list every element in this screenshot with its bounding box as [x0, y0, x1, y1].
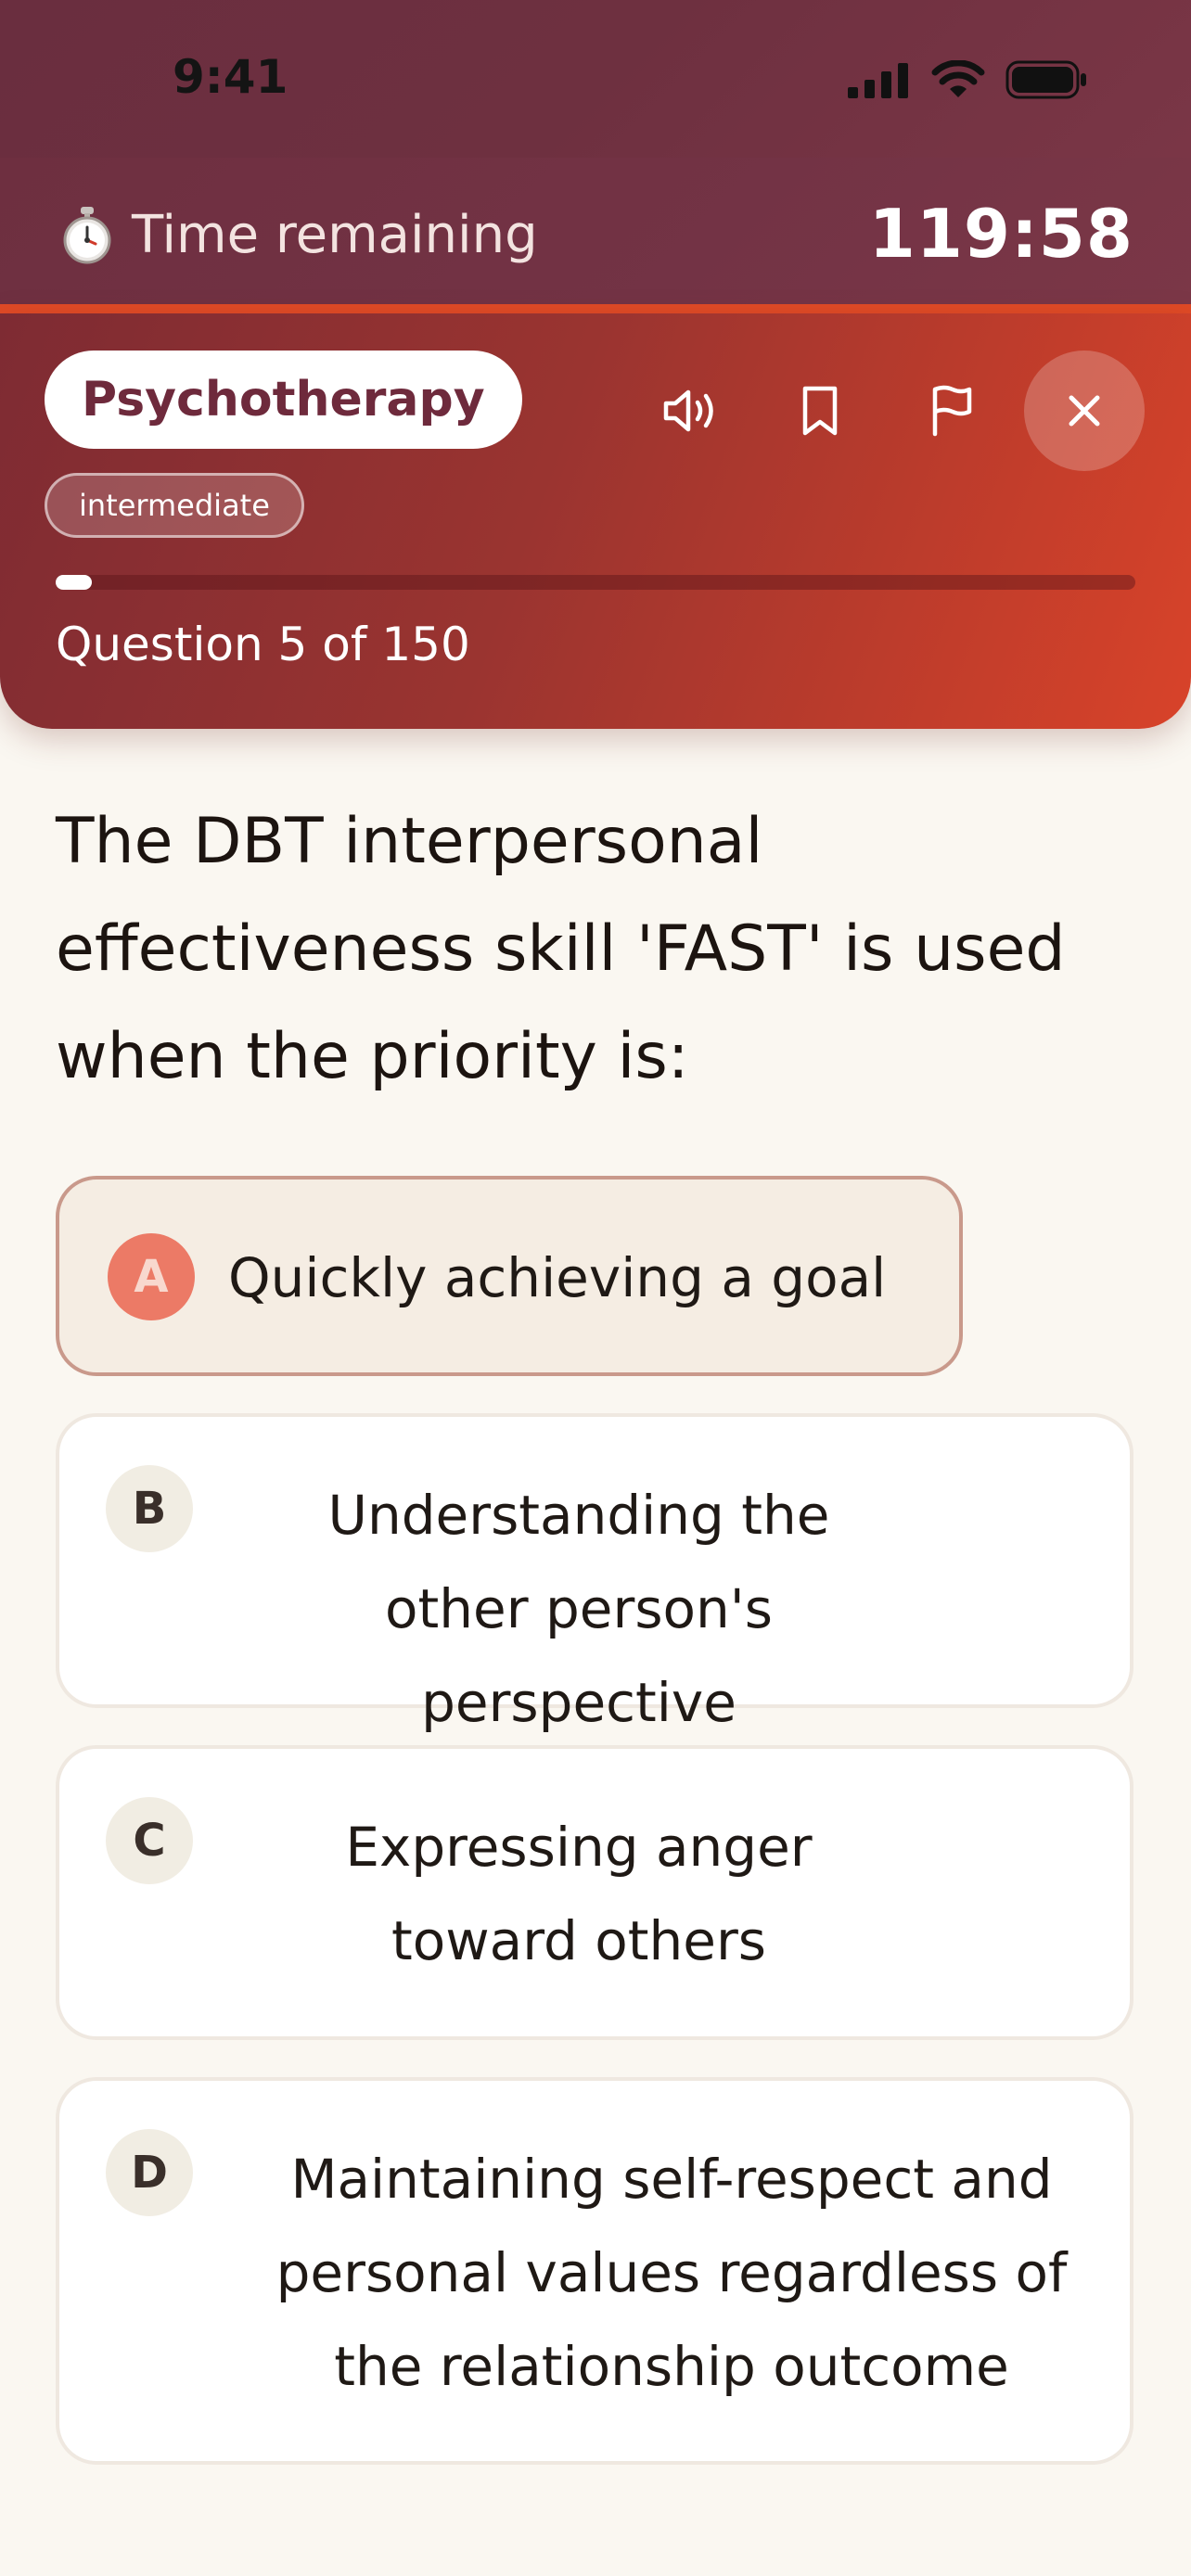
option-c[interactable]: C Expressing anger toward others	[56, 1745, 1133, 2040]
close-button[interactable]	[1024, 351, 1145, 471]
battery-icon	[1005, 60, 1086, 99]
flag-button[interactable]	[916, 376, 987, 446]
option-b[interactable]: B Understanding the other person's persp…	[56, 1413, 1133, 1734]
option-letter: A	[108, 1233, 195, 1320]
subject-pill: Psychotherapy	[45, 351, 522, 449]
option-letter: D	[106, 2129, 193, 2216]
option-a[interactable]: A Quickly achieving a goal	[56, 1176, 963, 1376]
bookmark-icon	[802, 386, 838, 436]
status-icons	[848, 59, 1089, 100]
status-time: 9:41	[173, 50, 288, 104]
question-text: The DBT interpersonal effectiveness skil…	[56, 805, 1066, 1093]
close-icon	[1069, 395, 1100, 427]
timer-divider	[0, 304, 1191, 313]
speaker-icon	[663, 389, 713, 432]
flag-icon	[932, 385, 972, 437]
option-text: Maintaining self-respect and personal va…	[275, 2148, 1068, 2398]
status-bar: 9:41	[0, 0, 1191, 158]
option-d[interactable]: D Maintaining self-respect and personal …	[56, 2077, 1133, 2465]
progress-bar	[56, 575, 1135, 590]
option-text: Quickly achieving a goal	[228, 1246, 887, 1309]
timer-label-group: Time remaining	[59, 202, 538, 267]
audio-button[interactable]	[655, 376, 725, 446]
difficulty-badge: intermediate	[45, 473, 304, 538]
wifi-icon	[931, 60, 985, 97]
stopwatch-icon	[63, 207, 111, 264]
option-letter: B	[106, 1465, 193, 1552]
timer-value: 119:58	[868, 195, 1133, 273]
option-text: Understanding the other person's perspec…	[327, 1484, 830, 1734]
question-counter: Question 5 of 150	[56, 618, 470, 671]
option-text: Expressing anger toward others	[345, 1816, 813, 1972]
option-letter: C	[106, 1797, 193, 1884]
timer-label: Time remaining	[132, 204, 538, 265]
progress-fill	[56, 575, 92, 590]
cellular-signal-icon	[848, 63, 908, 98]
bookmark-button[interactable]	[785, 376, 855, 446]
